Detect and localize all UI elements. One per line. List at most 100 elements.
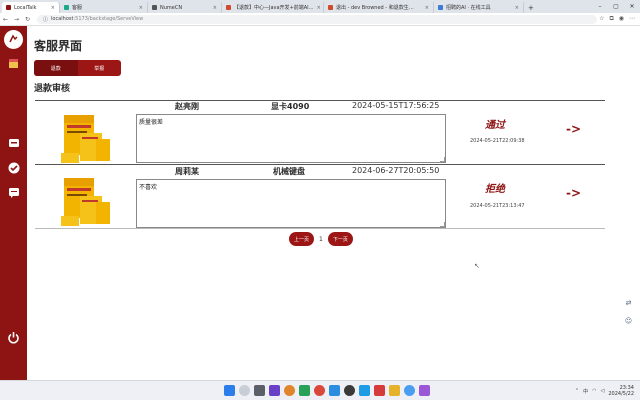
new-tab-button[interactable]: + [524, 2, 538, 13]
minimize-icon[interactable]: – [592, 0, 608, 13]
row-divider [35, 164, 605, 165]
app-icon[interactable] [314, 385, 325, 396]
refund-status-time: 2024-05-21T22:09:38 [470, 138, 525, 144]
mouse-cursor-icon: ↖ [474, 262, 480, 270]
taskbar: ⌃ 中 ◠ ◁ 23:34 2024/5/22 [0, 380, 640, 400]
app-icon[interactable] [374, 385, 385, 396]
tab-label: 客服 [72, 5, 83, 11]
refund-user: 周莉某 [175, 167, 199, 176]
power-icon[interactable] [7, 331, 20, 344]
chat-icon[interactable] [7, 186, 20, 199]
app-icon[interactable] [389, 385, 400, 396]
volume-icon[interactable]: ◁ [601, 388, 605, 394]
system-tray: ⌃ 中 ◠ ◁ 23:34 2024/5/22 [575, 385, 634, 397]
pagination: 上一页 1 下一页 [289, 232, 353, 246]
browser-tab-3[interactable]: 【退款】中心—Java开发+前端AI… × [222, 2, 324, 13]
detail-arrow-button[interactable]: -> [566, 186, 581, 200]
window-close-icon[interactable]: ✕ [624, 0, 640, 13]
tab-favicon-icon [226, 5, 231, 10]
row-divider [35, 228, 605, 229]
app-icon[interactable] [344, 385, 355, 396]
browser-tab-5[interactable]: 招聘的AI · 在线工具 × [434, 2, 524, 13]
assistant-icon[interactable]: ☺ [622, 314, 635, 327]
category-tabs: 退款 举报 [34, 60, 121, 76]
close-icon[interactable]: × [422, 5, 429, 11]
profile-icon[interactable]: ◉ [619, 15, 624, 23]
browser-tab-2[interactable]: NumeCN × [148, 2, 222, 13]
close-icon[interactable]: × [136, 5, 143, 11]
taskbar-apps [224, 385, 430, 396]
window-controls: – ▢ ✕ [592, 0, 640, 13]
url-input[interactable]: ⓘ localhost :5173/backstage/ServeView [37, 14, 597, 24]
next-page-button[interactable]: 下一页 [327, 232, 353, 246]
resize-handle[interactable] [440, 222, 445, 227]
resize-handle[interactable] [440, 157, 445, 162]
product-image [60, 172, 113, 227]
refund-reason[interactable]: 不喜欢 [136, 179, 446, 228]
translate-icon[interactable]: ⇄ [622, 296, 635, 309]
wifi-icon[interactable]: ◠ [592, 388, 596, 394]
refund-product: 显卡4090 [271, 102, 310, 111]
maximize-icon[interactable]: ▢ [608, 0, 624, 13]
menu-icon[interactable]: ⋯ [629, 15, 635, 23]
close-icon[interactable]: × [512, 5, 519, 11]
store-icon[interactable] [7, 57, 20, 70]
clock-date: 2024/5/22 [608, 391, 634, 397]
tab-label: 招聘的AI · 在线工具 [446, 5, 491, 11]
app-icon[interactable] [419, 385, 430, 396]
extensions-icon[interactable]: ⧉ [609, 15, 613, 23]
input-language[interactable]: 中 [583, 388, 588, 395]
browser-tab-1[interactable]: 客服 × [60, 2, 148, 13]
sidebar [0, 26, 27, 380]
refund-status: 拒绝 [485, 184, 505, 195]
prev-page-button[interactable]: 上一页 [289, 232, 315, 246]
close-icon[interactable]: × [210, 5, 217, 11]
check-circle-icon[interactable] [7, 161, 20, 174]
wallet-icon[interactable] [7, 136, 20, 149]
page-title: 客服界面 [34, 39, 83, 53]
chevron-up-icon[interactable]: ⌃ [575, 388, 579, 394]
start-icon[interactable] [224, 385, 235, 396]
app-icon[interactable] [329, 385, 340, 396]
close-icon[interactable]: × [48, 5, 55, 11]
refund-reason-text: 质量很差 [139, 119, 164, 126]
tab-favicon-icon [152, 5, 157, 10]
app-icon[interactable] [299, 385, 310, 396]
app-icon[interactable] [269, 385, 280, 396]
refund-reason[interactable]: 质量很差 [136, 114, 446, 163]
reload-icon[interactable]: ↻ [22, 16, 33, 23]
detail-arrow-button[interactable]: -> [566, 122, 581, 136]
clock[interactable]: 23:34 2024/5/22 [608, 385, 634, 397]
tab-favicon-icon [438, 5, 443, 10]
tab-favicon-icon [328, 5, 333, 10]
back-icon[interactable]: ← [0, 16, 11, 23]
search-icon[interactable] [239, 385, 250, 396]
refund-status: 通过 [485, 120, 505, 131]
taskview-icon[interactable] [254, 385, 265, 396]
app-icon[interactable] [404, 385, 415, 396]
forward-icon[interactable]: → [11, 16, 22, 23]
tab-refund[interactable]: 退款 [34, 60, 78, 76]
app-icon[interactable] [284, 385, 295, 396]
refund-status-time: 2024-05-21T23:13:47 [470, 203, 525, 209]
refund-product: 机械键盘 [273, 167, 305, 176]
close-icon[interactable]: × [314, 5, 321, 11]
tab-report[interactable]: 举报 [78, 60, 122, 76]
browser-tab-0[interactable]: LocalTalk × [2, 2, 60, 13]
tab-favicon-icon [6, 5, 11, 10]
refund-user: 赵亮刚 [175, 102, 199, 111]
star-icon[interactable]: ☆ [599, 15, 604, 23]
browser-toolbar-icons: ☆ ⧉ ◉ ⋯ [599, 15, 640, 23]
section-title: 退款审核 [34, 84, 71, 94]
url-path: :5173/backstage/ServeView [73, 16, 144, 22]
tab-favicon-icon [64, 5, 69, 10]
current-page: 1 [319, 235, 323, 243]
refund-date: 2024-06-27T20:05:50 [352, 166, 440, 175]
browser-tab-4[interactable]: 退出 - dev Browned - 和退款生… × [324, 2, 434, 13]
url-host: localhost [51, 16, 74, 22]
logo-icon [9, 34, 18, 43]
row-divider [35, 100, 605, 101]
app-logo [4, 30, 23, 49]
main-content: 客服界面 退款 举报 退款审核 赵亮刚 显卡4090 2024-05-15T17… [27, 26, 640, 380]
app-icon[interactable] [359, 385, 370, 396]
